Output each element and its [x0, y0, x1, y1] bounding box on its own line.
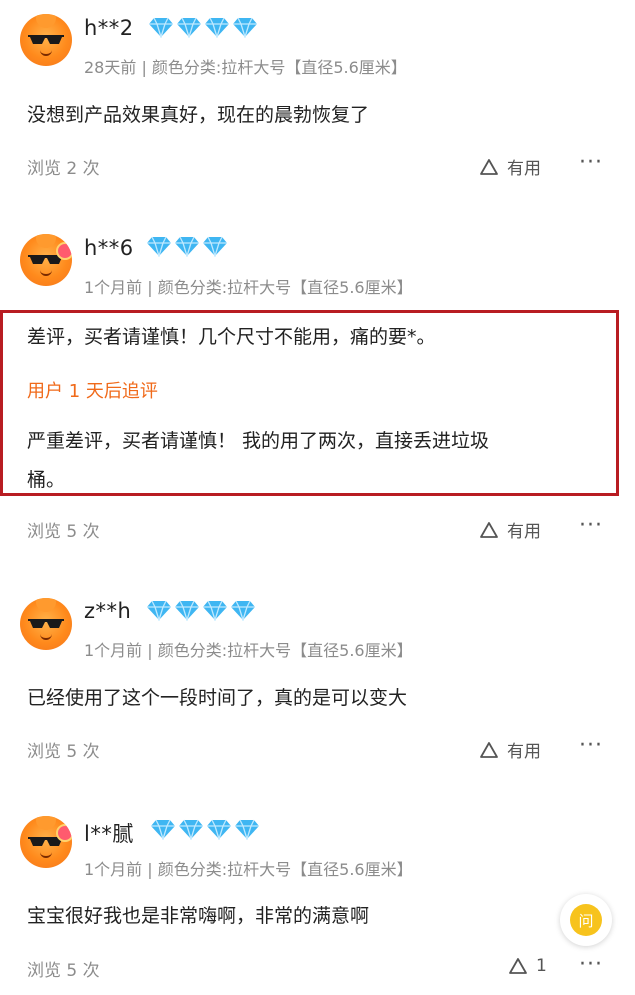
sunglasses-icon	[28, 35, 64, 44]
useful-button[interactable]: 有用	[479, 154, 541, 179]
followup-text-cont: 桶。	[27, 469, 66, 491]
diamond-icon	[233, 17, 257, 38]
avatar[interactable]	[20, 816, 72, 868]
followup-text: 严重差评，买者请谨慎！ 我的用了两次，直接丢进垃圾	[27, 430, 490, 452]
view-count: 浏览 5 次	[27, 961, 100, 981]
thumbs-up-icon	[509, 958, 527, 974]
thumbs-up-icon	[480, 521, 498, 538]
diamond-icon	[147, 236, 171, 257]
sunglasses-icon	[28, 837, 64, 846]
question-icon: 问	[570, 904, 602, 936]
useful-count: 1	[536, 956, 547, 976]
ask-question-button[interactable]: 问	[560, 894, 612, 946]
review-meta: 1个月前 | 颜色分类:拉杆大号【直径5.6厘米】	[84, 278, 413, 297]
review-text: 宝宝很好我也是非常嗨啊，非常的满意啊	[27, 905, 370, 927]
diamond-icon	[231, 600, 255, 621]
diamond-icon	[175, 600, 199, 621]
more-options-icon[interactable]: ···	[579, 733, 603, 758]
view-count: 浏览 5 次	[27, 522, 100, 542]
review-text: 没想到产品效果真好，现在的晨勃恢复了	[27, 104, 370, 126]
member-level-badge	[150, 818, 260, 842]
member-level-badge	[146, 599, 256, 623]
username: z**h	[84, 599, 132, 623]
diamond-icon	[235, 819, 259, 840]
diamond-icon	[151, 819, 175, 840]
review-meta: 1个月前 | 颜色分类:拉杆大号【直径5.6厘米】	[84, 860, 413, 879]
review-text: 已经使用了这个一段时间了，真的是可以变大	[27, 687, 408, 709]
view-count: 浏览 5 次	[27, 742, 100, 762]
avatar[interactable]	[20, 598, 72, 650]
diamond-icon	[203, 236, 227, 257]
useful-label: 有用	[507, 159, 541, 179]
thumbs-up-icon	[480, 741, 498, 758]
more-options-icon[interactable]: ···	[579, 513, 603, 538]
diamond-icon	[147, 600, 171, 621]
diamond-icon	[177, 17, 201, 38]
username: h**6	[84, 236, 134, 260]
avatar[interactable]	[20, 234, 72, 286]
view-count: 浏览 2 次	[27, 159, 100, 179]
avatar[interactable]	[20, 14, 72, 66]
diamond-icon	[203, 600, 227, 621]
username: h**2	[84, 16, 134, 40]
review-text: 差评，买者请谨慎！几个尺寸不能用，痛的要*。	[27, 326, 436, 348]
username: l**腻	[84, 822, 134, 846]
diamond-icon	[179, 819, 203, 840]
thumbs-up-icon	[480, 158, 498, 175]
sunglasses-icon	[28, 255, 64, 264]
followup-label: 用户 1 天后追评	[27, 381, 158, 402]
diamond-icon	[205, 17, 229, 38]
useful-button[interactable]: 1	[508, 956, 547, 976]
more-options-icon[interactable]: ···	[579, 952, 603, 977]
diamond-icon	[149, 17, 173, 38]
diamond-icon	[207, 819, 231, 840]
member-level-badge	[146, 235, 228, 259]
useful-label: 有用	[507, 522, 541, 542]
useful-button[interactable]: 有用	[479, 737, 541, 762]
sunglasses-icon	[28, 619, 64, 628]
more-options-icon[interactable]: ···	[579, 150, 603, 175]
useful-label: 有用	[507, 742, 541, 762]
member-level-badge	[148, 16, 258, 40]
review-meta: 28天前 | 颜色分类:拉杆大号【直径5.6厘米】	[84, 58, 407, 77]
diamond-icon	[175, 236, 199, 257]
useful-button[interactable]: 有用	[479, 517, 541, 542]
review-meta: 1个月前 | 颜色分类:拉杆大号【直径5.6厘米】	[84, 641, 413, 660]
